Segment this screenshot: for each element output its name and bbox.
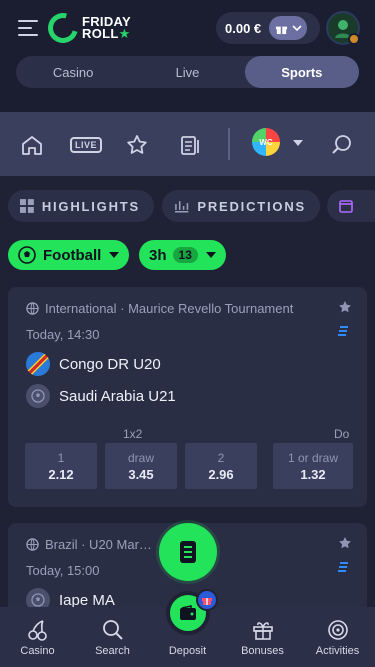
grid-icon bbox=[20, 199, 34, 213]
nav-search[interactable]: Search bbox=[75, 607, 150, 667]
nav-activities[interactable]: Activities bbox=[300, 607, 375, 667]
wallet-icon bbox=[180, 605, 196, 620]
away-team: Saudi Arabia U21 bbox=[26, 384, 176, 408]
home-team: Congo DR U20 bbox=[26, 352, 161, 376]
calendar-icon bbox=[339, 200, 353, 213]
tab-sports[interactable]: Sports bbox=[244, 56, 359, 88]
predictions-chip[interactable]: PREDICTIONS bbox=[162, 190, 320, 222]
stats-icon[interactable] bbox=[337, 561, 349, 573]
search-icon bbox=[102, 620, 123, 640]
match-card[interactable]: International · Maurice Revello Tourname… bbox=[8, 287, 367, 507]
favorite-star-icon[interactable] bbox=[337, 535, 353, 551]
market-label: 1x2 bbox=[123, 427, 143, 441]
time-filter[interactable]: 3h 13 bbox=[139, 240, 226, 270]
market-label: Do bbox=[334, 427, 350, 441]
team-placeholder-icon bbox=[26, 384, 50, 408]
menu-icon[interactable] bbox=[18, 20, 38, 36]
toolbar-divider bbox=[228, 128, 230, 160]
match-time: Today, 15:00 bbox=[26, 563, 100, 578]
competition-dropdown-caret[interactable] bbox=[293, 140, 303, 146]
football-icon bbox=[18, 246, 36, 264]
odd-button[interactable]: 1 2.12 bbox=[25, 443, 97, 489]
brand-logo[interactable]: FRIDAY ROLL★ bbox=[42, 7, 131, 49]
home-icon[interactable] bbox=[19, 132, 45, 158]
flag-icon bbox=[26, 352, 50, 376]
tab-live[interactable]: Live bbox=[130, 56, 244, 88]
nav-casino[interactable]: Casino bbox=[0, 607, 75, 667]
odd-button[interactable]: 1 or draw 1.32 bbox=[273, 443, 353, 489]
competition-logo[interactable]: WC bbox=[252, 128, 280, 156]
match-league: International · Maurice Revello Tourname… bbox=[26, 301, 326, 316]
logo-mark bbox=[42, 7, 84, 49]
wallet-dropdown-button[interactable] bbox=[269, 16, 308, 40]
star-icon[interactable] bbox=[124, 132, 150, 158]
avatar[interactable] bbox=[326, 11, 360, 45]
match-time: Today, 14:30 bbox=[26, 327, 100, 342]
tab-casino[interactable]: Casino bbox=[16, 56, 130, 88]
sports-toolbar: LIVE bbox=[0, 112, 375, 176]
favorite-star-icon[interactable] bbox=[337, 299, 353, 315]
app-header: FRIDAY ROLL★ 0.00 € Casino Live Sports bbox=[0, 0, 375, 112]
globe-icon bbox=[26, 538, 39, 551]
bonus-badge-icon bbox=[196, 589, 218, 611]
betslip-fab[interactable] bbox=[159, 523, 217, 581]
sport-selector[interactable]: Football bbox=[8, 240, 130, 270]
gift-icon bbox=[275, 26, 287, 34]
chevron-down-icon bbox=[109, 252, 120, 258]
chevron-down-icon bbox=[205, 252, 216, 258]
target-icon bbox=[327, 620, 348, 640]
search-icon[interactable] bbox=[329, 132, 355, 158]
chevron-down-icon bbox=[292, 25, 302, 31]
chart-icon bbox=[174, 201, 189, 213]
gift-icon bbox=[252, 622, 273, 640]
calendar-chip[interactable] bbox=[327, 190, 375, 222]
stats-icon[interactable] bbox=[337, 325, 349, 337]
balance-value: 0.00 € bbox=[225, 20, 262, 36]
globe-icon bbox=[26, 302, 39, 315]
highlights-chip[interactable]: HIGHLIGHTS bbox=[8, 190, 154, 222]
time-filter-count: 13 bbox=[172, 247, 198, 263]
logo-text: FRIDAY ROLL★ bbox=[82, 14, 131, 41]
match-league: Brazil · U20 Maranhense bbox=[26, 537, 156, 552]
mode-tabs: Casino Live Sports bbox=[16, 56, 359, 88]
odd-button[interactable]: 2 2.96 bbox=[185, 443, 257, 489]
odd-button[interactable]: draw 3.45 bbox=[105, 443, 177, 489]
cherries-icon bbox=[27, 620, 47, 641]
filter-chips: HIGHLIGHTS PREDICTIONS bbox=[8, 190, 375, 224]
live-icon[interactable]: LIVE bbox=[70, 132, 103, 158]
betslip-icon[interactable] bbox=[178, 132, 204, 158]
balance-widget[interactable]: 0.00 € bbox=[216, 12, 320, 44]
nav-bonuses[interactable]: Bonuses bbox=[225, 607, 300, 667]
betslip-icon bbox=[180, 541, 196, 563]
avatar-badge bbox=[348, 33, 360, 45]
